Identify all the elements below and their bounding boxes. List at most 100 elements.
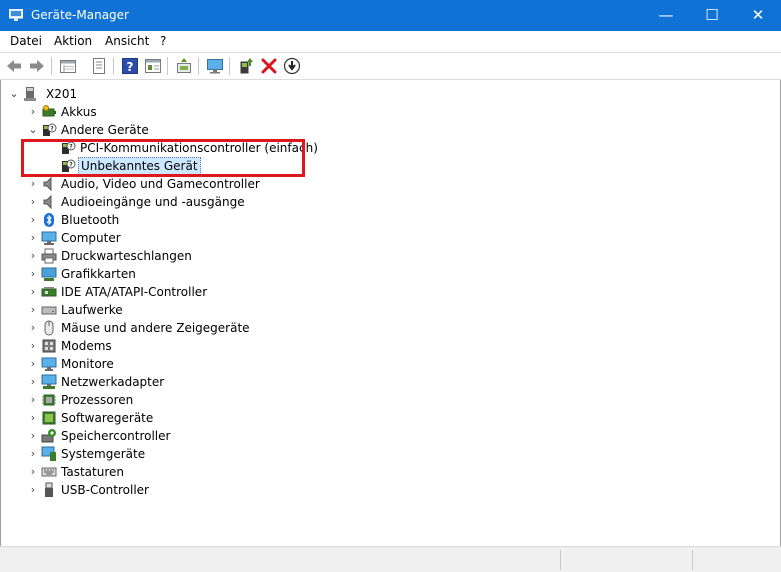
- tree-category-item[interactable]: › Computer: [26, 229, 626, 247]
- menu-ansicht[interactable]: Ansicht: [105, 34, 149, 48]
- computer-root-icon: [22, 86, 38, 102]
- tree-category-item[interactable]: › Modems: [26, 337, 626, 355]
- category-label: Grafikkarten: [61, 267, 136, 281]
- forward-arrow-icon[interactable]: [27, 56, 47, 76]
- category-label: Prozessoren: [61, 393, 134, 407]
- tree-category-item[interactable]: › Systemgeräte: [26, 445, 626, 463]
- category-label: Softwaregeräte: [61, 411, 154, 425]
- category-label: Audioeingänge und -ausgänge: [61, 195, 245, 209]
- svg-text:?: ?: [50, 126, 54, 133]
- display-adapter-icon: [41, 266, 57, 282]
- category-label: Modems: [61, 339, 112, 353]
- tree-category-item[interactable]: › Laufwerke: [26, 301, 626, 319]
- chevron-right-icon[interactable]: ›: [26, 230, 40, 246]
- chevron-right-icon[interactable]: ›: [26, 464, 40, 480]
- chevron-right-icon[interactable]: ›: [26, 320, 40, 336]
- window-title: Geräte-Manager: [31, 8, 129, 22]
- disk-drive-icon: [41, 302, 57, 318]
- tree-category-item[interactable]: › Akkus: [26, 103, 626, 121]
- tree-category-item[interactable]: › Grafikkarten: [26, 265, 626, 283]
- chevron-down-icon[interactable]: ⌄: [7, 86, 21, 102]
- uninstall-x-icon[interactable]: [259, 56, 279, 76]
- chevron-right-icon[interactable]: ›: [26, 356, 40, 372]
- tree-category-item[interactable]: › Prozessoren: [26, 391, 626, 409]
- tree-category-item[interactable]: › Bluetooth: [26, 211, 626, 229]
- tree-category-item[interactable]: › Druckwarteschlangen: [26, 247, 626, 265]
- monitor-icon: [41, 356, 57, 372]
- tree-category-item[interactable]: ⌄? Andere Geräte: [26, 121, 626, 139]
- tree-category-item[interactable]: › Tastaturen: [26, 463, 626, 481]
- menu-datei[interactable]: Datei: [10, 34, 42, 48]
- tree-category-item[interactable]: › Monitore: [26, 355, 626, 373]
- monitor-icon[interactable]: [205, 56, 225, 76]
- category-label: Computer: [61, 231, 121, 245]
- chevron-right-icon[interactable]: ›: [26, 482, 40, 498]
- tree-category-item[interactable]: › USB-Controller: [26, 481, 626, 499]
- unknown-device-icon: ?: [41, 122, 57, 138]
- toolbar-separator: [229, 57, 230, 75]
- add-driver-icon[interactable]: [236, 56, 256, 76]
- menu-help[interactable]: ?: [160, 34, 166, 48]
- maximize-button[interactable]: ☐: [689, 0, 735, 31]
- category-label: Monitore: [61, 357, 114, 371]
- disable-device-icon[interactable]: [282, 56, 302, 76]
- back-arrow-icon[interactable]: [4, 56, 24, 76]
- chevron-right-icon[interactable]: ›: [26, 194, 40, 210]
- device-manager-app-icon: [8, 8, 24, 21]
- view-list-icon[interactable]: [58, 56, 78, 76]
- tree-category-item[interactable]: › Mäuse und andere Zeigegeräte: [26, 319, 626, 337]
- category-label: Tastaturen: [61, 465, 124, 479]
- category-label: Akkus: [61, 105, 97, 119]
- close-button[interactable]: ✕: [735, 0, 781, 31]
- chevron-right-icon[interactable]: ›: [26, 374, 40, 390]
- toolbar-separator: [198, 57, 199, 75]
- category-label: Druckwarteschlangen: [61, 249, 192, 263]
- chevron-right-icon[interactable]: ›: [26, 104, 40, 120]
- status-pane: [560, 550, 561, 570]
- tree-category-item[interactable]: › Speichercontroller: [26, 427, 626, 445]
- category-label: Systemgeräte: [61, 447, 146, 461]
- toolbar: ?: [0, 53, 781, 80]
- usb-icon: [41, 482, 57, 498]
- chevron-right-icon[interactable]: ›: [26, 392, 40, 408]
- scan-hardware-icon[interactable]: [174, 56, 194, 76]
- properties-icon[interactable]: [89, 56, 109, 76]
- maximize-icon: ☐: [705, 6, 719, 24]
- category-label: Andere Geräte: [61, 123, 149, 137]
- chevron-right-icon[interactable]: ›: [26, 248, 40, 264]
- storage-controller-icon: [41, 428, 57, 444]
- chevron-right-icon[interactable]: ›: [26, 212, 40, 228]
- category-label: IDE ATA/ATAPI-Controller: [61, 285, 208, 299]
- view-details-icon[interactable]: [143, 56, 163, 76]
- tree-category-item[interactable]: › Softwaregeräte: [26, 409, 626, 427]
- tree-category-item[interactable]: › IDE ATA/ATAPI-Controller: [26, 283, 626, 301]
- help-icon[interactable]: ?: [120, 56, 140, 76]
- computer-icon: [41, 230, 57, 246]
- minimize-button[interactable]: —: [643, 0, 689, 31]
- svg-text:?: ?: [127, 60, 134, 74]
- tree-root-x201[interactable]: ⌄ X201: [7, 85, 207, 103]
- chevron-right-icon[interactable]: ›: [26, 266, 40, 282]
- tree-category-item[interactable]: › Netzwerkadapter: [26, 373, 626, 391]
- battery-icon: [41, 104, 57, 120]
- processor-icon: [41, 392, 57, 408]
- menu-aktion[interactable]: Aktion: [54, 34, 92, 48]
- category-label: Mäuse und andere Zeigegeräte: [61, 321, 250, 335]
- chevron-down-icon[interactable]: ⌄: [26, 122, 40, 138]
- chevron-right-icon[interactable]: ›: [26, 284, 40, 300]
- toolbar-separator: [167, 57, 168, 75]
- chevron-right-icon[interactable]: ›: [26, 302, 40, 318]
- tree-category-item[interactable]: › Audio, Video und Gamecontroller: [26, 175, 626, 193]
- tree-category-item[interactable]: › Audioeingänge und -ausgänge: [26, 193, 626, 211]
- chevron-right-icon[interactable]: ›: [26, 176, 40, 192]
- category-label: Laufwerke: [61, 303, 123, 317]
- category-label: Audio, Video und Gamecontroller: [61, 177, 260, 191]
- minimize-icon: —: [658, 6, 674, 24]
- keyboard-icon: [41, 464, 57, 480]
- chevron-right-icon[interactable]: ›: [26, 428, 40, 444]
- chevron-right-icon[interactable]: ›: [26, 446, 40, 462]
- chevron-right-icon[interactable]: ›: [26, 338, 40, 354]
- toolbar-separator: [113, 57, 114, 75]
- toolbar-separator: [51, 57, 52, 75]
- chevron-right-icon[interactable]: ›: [26, 410, 40, 426]
